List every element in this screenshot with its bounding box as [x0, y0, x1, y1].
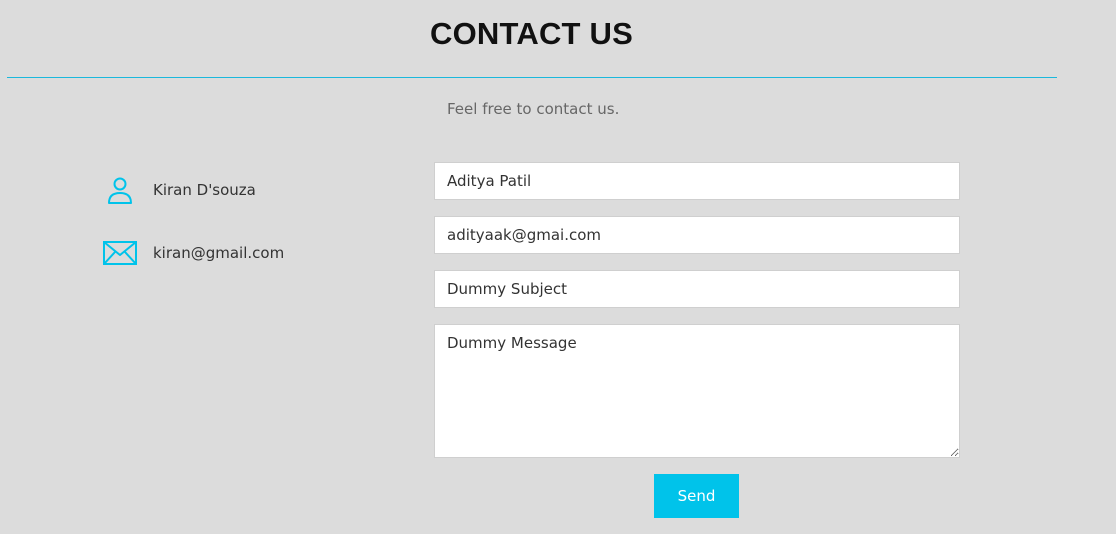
contact-email: kiran@gmail.com	[153, 244, 285, 262]
envelope-icon	[102, 237, 138, 269]
message-field[interactable]: Dummy Message	[434, 324, 960, 458]
user-icon	[102, 174, 138, 206]
send-button[interactable]: Send	[654, 474, 739, 518]
contact-email-item: kiran@gmail.com	[102, 237, 284, 269]
contact-name-item: Kiran D'souza	[102, 174, 256, 206]
name-field[interactable]	[434, 162, 960, 200]
title-divider	[7, 77, 1057, 78]
page-subtitle: Feel free to contact us.	[447, 100, 620, 118]
subject-field[interactable]	[434, 270, 960, 308]
contact-name: Kiran D'souza	[153, 181, 256, 199]
page-title: CONTACT US	[430, 16, 633, 51]
email-field[interactable]	[434, 216, 960, 254]
